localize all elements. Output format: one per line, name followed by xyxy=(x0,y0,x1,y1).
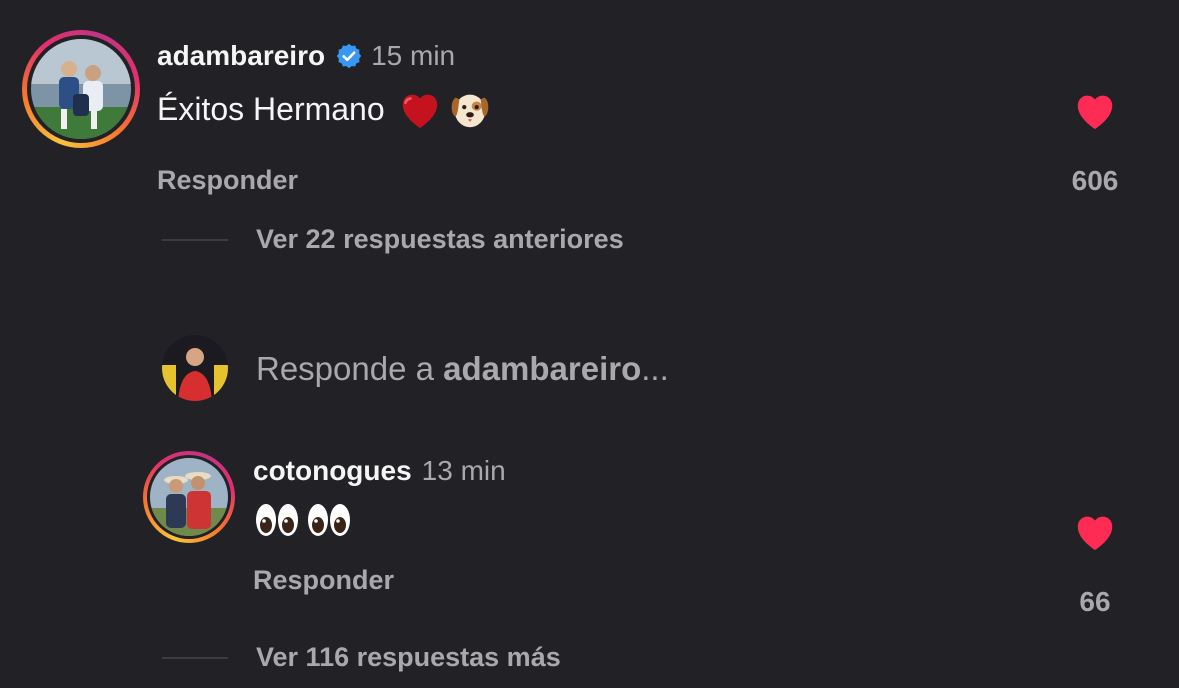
comment-time: 13 min xyxy=(421,455,506,486)
comment-username[interactable]: adambareiro xyxy=(157,40,325,72)
comment-text: Éxitos Hermano xyxy=(157,90,385,127)
avatar-adambareiro[interactable] xyxy=(22,30,140,148)
view-more-replies-button[interactable]: Ver 116 respuestas más xyxy=(256,642,561,673)
comment-time: 15 min xyxy=(371,40,456,71)
dog-face-icon xyxy=(447,86,493,132)
reply-input-suffix: ... xyxy=(641,350,669,387)
like-count: 66 xyxy=(1079,586,1111,617)
reply-input-prefix: Responde a xyxy=(256,350,434,387)
comment-header: cotonogues 13 min xyxy=(253,453,506,489)
comment-header: adambareiro 15 min xyxy=(157,38,455,74)
comment-body xyxy=(253,500,353,540)
current-user-avatar xyxy=(162,335,228,401)
replies-divider xyxy=(162,657,228,659)
reply-button[interactable]: Responder xyxy=(253,565,394,596)
reply-input-target: adambareiro xyxy=(443,350,642,387)
like-button[interactable] xyxy=(1072,510,1118,557)
like-button[interactable] xyxy=(1072,89,1118,136)
verified-badge-icon xyxy=(335,42,363,70)
comment-username[interactable]: cotonogues xyxy=(253,455,412,487)
comment-body: Éxitos Hermano xyxy=(157,86,493,132)
avatar-image xyxy=(150,458,228,536)
eyes-icon xyxy=(305,501,353,539)
heart-like-icon xyxy=(1077,516,1113,551)
view-previous-replies-button[interactable]: Ver 22 respuestas anteriores xyxy=(256,224,624,255)
current-user-avatar-image xyxy=(162,335,228,401)
reply-button[interactable]: Responder xyxy=(157,165,298,196)
red-heart-icon xyxy=(397,88,443,130)
like-count: 606 xyxy=(1071,165,1119,196)
avatar-photo xyxy=(150,458,228,536)
avatar-image xyxy=(31,39,131,139)
replies-divider xyxy=(162,239,228,241)
eyes-icon xyxy=(253,501,301,539)
reply-input[interactable]: Responde a adambareiro... xyxy=(256,350,669,388)
heart-like-icon xyxy=(1077,95,1113,130)
avatar-photo xyxy=(31,39,131,139)
avatar-cotonogues[interactable] xyxy=(143,451,235,543)
